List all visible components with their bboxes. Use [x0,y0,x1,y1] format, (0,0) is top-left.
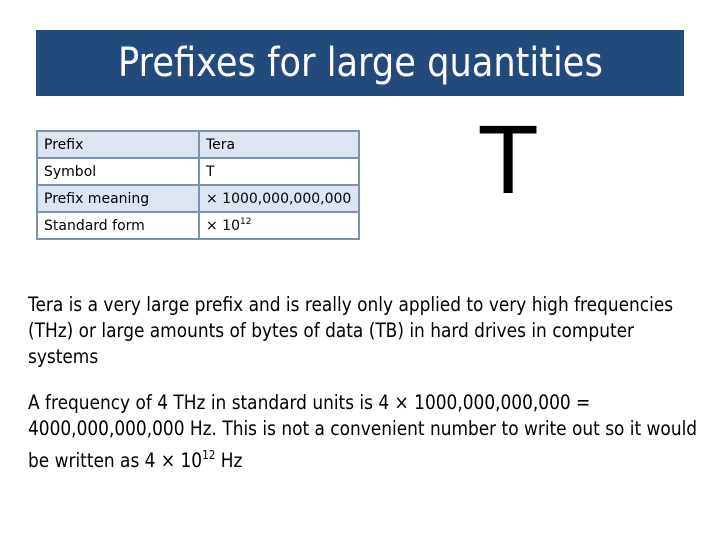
row-label: Standard form [36,211,200,240]
description-paragraph: Tera is a very large prefix and is reall… [28,293,674,368]
example-paragraph: A frequency of 4 THz in standard units i… [28,390,698,474]
row-value: × 1012 [198,211,360,240]
example-unit: Hz [215,449,243,472]
row-label: Symbol [36,157,200,186]
row-value: Tera [198,130,360,159]
standard-form-base: × 10 [206,218,240,234]
row-label: Prefix meaning [36,184,200,213]
prefix-table: Prefix Tera Symbol T Prefix meaning × 10… [36,130,360,240]
table-row: Prefix Tera [36,130,360,159]
prefix-symbol-large: T [480,108,537,215]
title-banner: Prefixes for large quantities [36,30,684,96]
table-row: Prefix meaning × 1000,000,000,000 [36,184,360,213]
example-text: A frequency of 4 THz in standard units i… [28,391,698,472]
row-value: T [198,157,360,186]
page-title: Prefixes for large quantities [117,40,603,86]
row-value: × 1000,000,000,000 [198,184,360,213]
standard-form-exponent: 12 [240,217,252,227]
row-label: Prefix [36,130,200,159]
table-row: Standard form × 1012 [36,211,360,240]
example-exponent: 12 [202,448,216,462]
table-row: Symbol T [36,157,360,186]
